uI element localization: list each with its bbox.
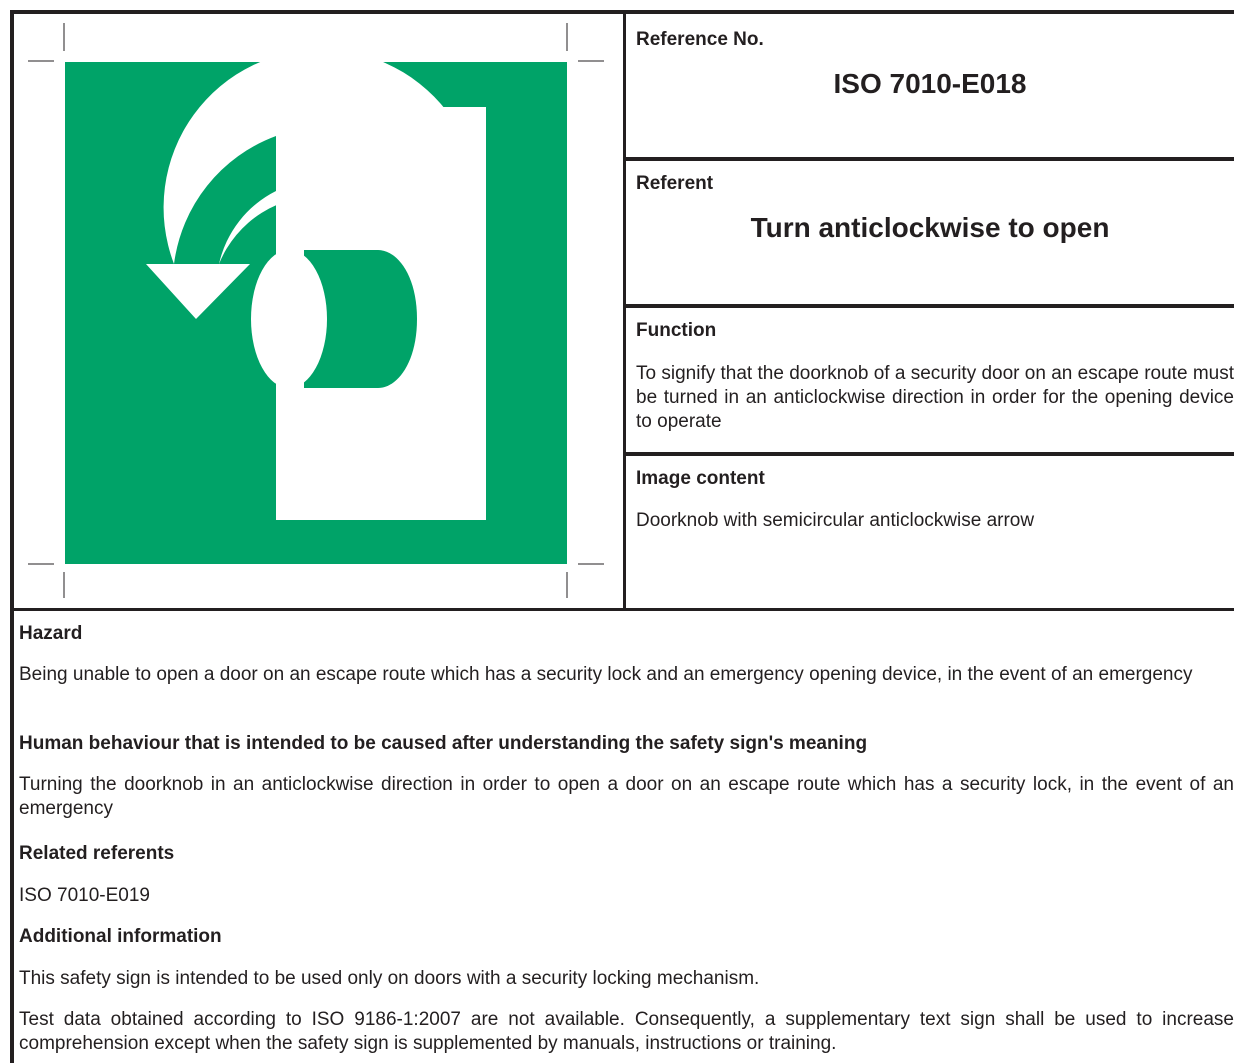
human-behaviour-label: Human behaviour that is intended to be c… <box>19 733 868 754</box>
referent-title: Turn anticlockwise to open <box>750 212 1110 243</box>
related-referents-label: Related referents <box>19 843 175 864</box>
doorknob-face-shape <box>251 250 327 388</box>
hazard-label: Hazard <box>19 623 83 644</box>
doorknob-anticlockwise-arrow-icon <box>28 23 604 598</box>
related-referents-text: ISO 7010-E019 <box>19 885 150 906</box>
separator-referent-function <box>625 304 1234 308</box>
frame-middle-rule <box>10 608 1234 611</box>
safety-sign-panel <box>14 14 623 608</box>
function-label: Function <box>636 320 717 341</box>
data-sheet: Reference No. ISO 7010-E018 Referent Tur… <box>0 0 1234 1063</box>
human-behaviour-text: Turning the doorknob in an anticlockwise… <box>19 774 1234 819</box>
image-content-text: Doorknob with semicircular anticlockwise… <box>636 510 1035 531</box>
additional-information-paragraph: This safety sign is intended to be used … <box>19 968 760 989</box>
reference-label: Reference No. <box>636 29 764 50</box>
additional-information-label: Additional information <box>19 926 222 947</box>
separator-reference-referent <box>625 157 1234 161</box>
separator-function-image <box>625 452 1234 456</box>
referent-label: Referent <box>636 173 714 194</box>
additional-information-paragraph: Test data obtained according to ISO 9186… <box>19 1009 1234 1054</box>
frame-column-divider <box>623 10 626 610</box>
hazard-text: Being unable to open a door on an escape… <box>19 664 1193 685</box>
reference-number: ISO 7010-E018 <box>833 68 1027 99</box>
function-text: To signify that the doorknob of a securi… <box>636 363 1234 432</box>
image-content-label: Image content <box>636 468 765 489</box>
